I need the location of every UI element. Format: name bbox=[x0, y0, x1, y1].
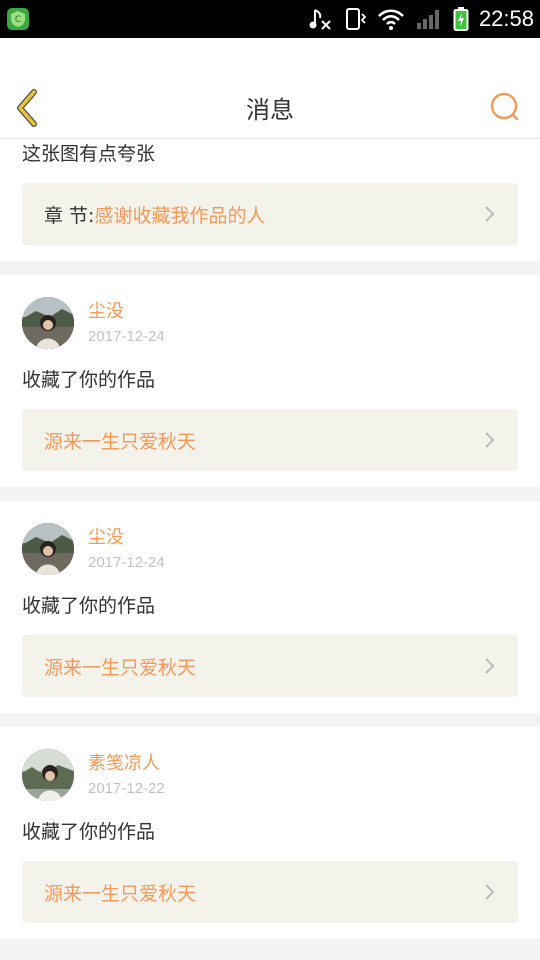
app-shield-icon: C bbox=[7, 8, 29, 30]
page-title: 消息 bbox=[246, 96, 294, 124]
work-title: 源来一生只爱秋天 bbox=[44, 656, 197, 679]
chevron-right-icon bbox=[485, 884, 495, 900]
work-link[interactable]: 章 节: 感谢收藏我作品的人 bbox=[22, 183, 518, 245]
chevron-right-icon bbox=[485, 658, 495, 674]
music-muted-icon bbox=[309, 9, 331, 30]
work-title: 源来一生只爱秋天 bbox=[44, 430, 197, 453]
chapter-prefix: 章 节: bbox=[44, 204, 95, 227]
comment-text: 收藏了你的作品 bbox=[22, 369, 156, 391]
work-link[interactable]: 源来一生只爱秋天 bbox=[22, 861, 518, 923]
notification-card: 尘没 2017-12-24 收藏了你的作品 源来一生只爱秋天 bbox=[0, 275, 540, 487]
clock: 22:58 bbox=[478, 6, 534, 31]
chevron-right-icon bbox=[485, 206, 495, 222]
work-title: 源来一生只爱秋天 bbox=[44, 882, 197, 905]
avatar[interactable] bbox=[22, 749, 74, 801]
user-name[interactable]: 素笺凉人 bbox=[88, 753, 165, 775]
post-date: 2017-12-24 bbox=[88, 554, 165, 571]
user-name[interactable]: 尘没 bbox=[88, 527, 165, 549]
post-date: 2017-12-22 bbox=[88, 780, 165, 797]
status-bar: C 22:58 bbox=[0, 0, 540, 38]
comment-text: 收藏了你的作品 bbox=[22, 595, 156, 617]
header: 消息 bbox=[0, 38, 540, 139]
post-date: 2017-12-24 bbox=[88, 328, 165, 345]
vibrate-icon bbox=[345, 8, 367, 30]
notification-card: 尘没 2017-12-24 收藏了你的作品 源来一生只爱秋天 bbox=[0, 501, 540, 713]
battery-icon bbox=[453, 7, 469, 31]
work-link[interactable]: 源来一生只爱秋天 bbox=[22, 409, 518, 471]
work-title: 感谢收藏我作品的人 bbox=[94, 204, 266, 227]
chevron-right-icon bbox=[485, 432, 495, 448]
search-icon[interactable] bbox=[490, 92, 520, 122]
notification-card: 素笺凉人 2017-12-22 收藏了你的作品 源来一生只爱秋天 bbox=[0, 727, 540, 939]
svg-text:C: C bbox=[15, 15, 21, 25]
avatar[interactable] bbox=[22, 297, 74, 349]
avatar[interactable] bbox=[22, 523, 74, 575]
notification-card: 这张图有点夸张 章 节: 感谢收藏我作品的人 bbox=[0, 139, 540, 261]
work-link[interactable]: 源来一生只爱秋天 bbox=[22, 635, 518, 697]
comment-text: 收藏了你的作品 bbox=[22, 821, 156, 843]
notification-list: 这张图有点夸张 章 节: 感谢收藏我作品的人 尘没 2017-12-24 收藏了… bbox=[0, 139, 540, 939]
signal-icon bbox=[416, 10, 439, 29]
wifi-icon bbox=[378, 9, 404, 30]
user-name[interactable]: 尘没 bbox=[88, 301, 165, 323]
comment-text: 这张图有点夸张 bbox=[22, 143, 156, 165]
